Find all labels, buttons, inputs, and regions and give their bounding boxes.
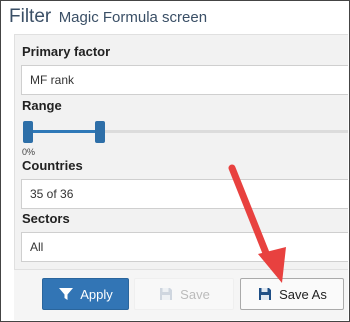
save-icon (160, 288, 173, 300)
sectors-select[interactable]: All (21, 232, 348, 262)
filter-icon (59, 288, 74, 300)
range-slider-max-handle[interactable] (95, 121, 105, 143)
save-button[interactable]: Save (134, 278, 234, 310)
screen-name: Magic Formula screen (58, 9, 208, 26)
countries-select[interactable]: 35 of 36 (21, 179, 348, 209)
save-as-icon (259, 288, 272, 300)
save-as-button[interactable]: Save As (240, 278, 344, 310)
save-button-label: Save (180, 286, 210, 302)
sectors-label: Sectors (22, 211, 70, 226)
range-min-label: 0% (22, 147, 36, 157)
range-slider-fill (28, 130, 100, 133)
primary-factor-label: Primary factor (22, 44, 111, 59)
filter-title: Filter (9, 6, 52, 27)
countries-label: Countries (22, 158, 83, 173)
range-slider-min-handle[interactable] (23, 121, 33, 143)
range-label: Range (22, 98, 62, 113)
primary-factor-select[interactable]: MF rank (21, 65, 348, 95)
apply-button-label: Apply (80, 286, 113, 302)
filter-header: Filter Magic Formula screen (9, 6, 207, 28)
save-as-button-label: Save As (279, 286, 327, 302)
apply-button[interactable]: Apply (42, 278, 129, 310)
